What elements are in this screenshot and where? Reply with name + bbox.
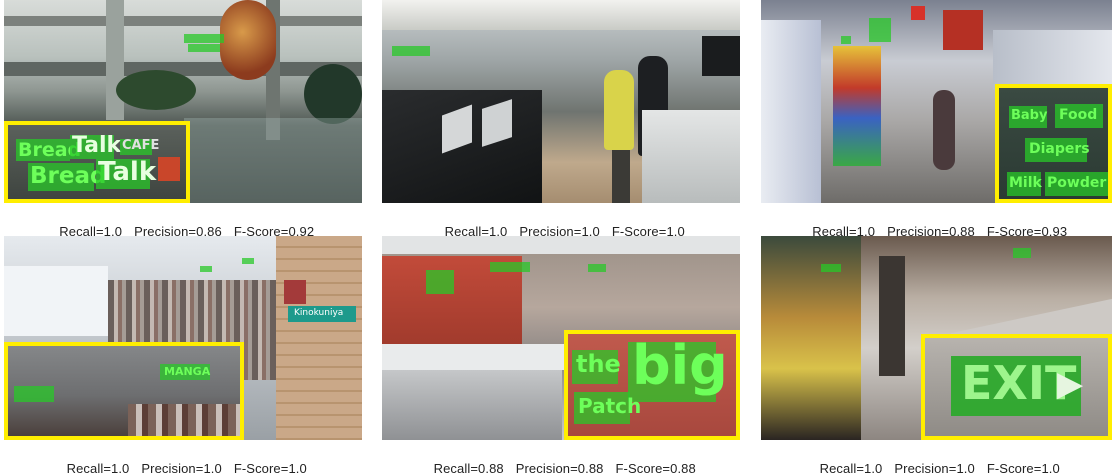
ceiling xyxy=(382,236,740,254)
wood-panel xyxy=(276,236,362,440)
person xyxy=(612,150,630,203)
shopper xyxy=(933,90,955,170)
lower-floor xyxy=(382,370,562,440)
detection-box xyxy=(426,270,454,294)
detection-box xyxy=(869,18,891,42)
plant xyxy=(116,70,196,110)
detection-box xyxy=(490,262,530,272)
detected-word: MANGA xyxy=(164,365,211,378)
metrics-caption-1: Recall=1.0 Precision=0.86 F-Score=0.92 xyxy=(4,209,362,239)
balcony-rail xyxy=(4,62,362,76)
screen xyxy=(702,36,740,76)
detection-box xyxy=(200,266,212,272)
detected-word: Milk xyxy=(1009,175,1042,191)
detection-box xyxy=(392,46,430,56)
glass-railing xyxy=(184,118,362,203)
detected-word: Patch xyxy=(578,394,642,418)
fscore-value: F-Score=0.88 xyxy=(615,461,696,476)
detection-box xyxy=(14,386,54,402)
zoom-inset: the big Patch xyxy=(564,330,740,440)
poster-figure xyxy=(761,236,861,440)
detected-word: Talk xyxy=(98,157,157,187)
metrics-caption-5: Recall=0.88 Precision=0.88 F-Score=0.88 xyxy=(382,446,740,476)
detection-box xyxy=(188,44,220,52)
recall-value: Recall=0.88 xyxy=(433,461,504,476)
logo-block xyxy=(158,157,180,181)
fscore-value: F-Score=1.0 xyxy=(233,461,307,476)
aisle-sign xyxy=(911,6,925,20)
bookshelf xyxy=(128,404,240,436)
precision-value: Precision=1.0 xyxy=(141,461,222,476)
detected-word: Bread xyxy=(30,163,107,189)
ornament-column xyxy=(220,0,276,80)
shelf-left xyxy=(761,20,821,203)
zoom-inset: Bread Talk CAFE Bread Talk xyxy=(4,121,190,203)
balcony-rail xyxy=(4,16,362,26)
pillar xyxy=(106,0,124,120)
counter xyxy=(642,110,740,203)
photo-panel-2 xyxy=(382,0,740,203)
plant xyxy=(304,64,362,124)
person xyxy=(604,70,634,150)
photo-panel-6: EXIT ▶ xyxy=(761,236,1112,440)
window-light xyxy=(4,266,108,336)
precision-value: Precision=1.0 xyxy=(894,461,975,476)
column xyxy=(879,256,905,376)
ceiling-light xyxy=(382,0,740,30)
poster-superhero xyxy=(833,46,881,166)
photo-panel-5: the big Patch xyxy=(382,236,740,440)
zoom-inset: EXIT ▶ xyxy=(921,334,1112,440)
detected-word: Food xyxy=(1059,107,1098,123)
store-name: Kinokuniya xyxy=(294,308,344,318)
detected-word: the xyxy=(576,350,621,378)
detected-word: big xyxy=(632,334,728,397)
zoom-inset: MANGA xyxy=(4,342,244,440)
detected-word: Talk xyxy=(72,133,122,158)
zoom-inset: Baby Food Diapers Milk Powder xyxy=(995,84,1112,203)
fscore-value: F-Score=1.0 xyxy=(986,461,1060,476)
detected-word: Baby xyxy=(1011,108,1048,123)
metrics-caption-3: Recall=1.0 Precision=0.88 F-Score=0.93 xyxy=(757,209,1112,239)
arrow-right-icon: ▶ xyxy=(1057,364,1084,404)
detection-box xyxy=(588,264,606,272)
detection-box xyxy=(184,34,224,43)
recall-value: Recall=1.0 xyxy=(819,461,883,476)
recall-value: Recall=1.0 xyxy=(66,461,130,476)
metrics-caption-6: Recall=1.0 Precision=1.0 F-Score=1.0 xyxy=(757,446,1112,476)
detected-word: Diapers xyxy=(1029,141,1090,157)
detection-box xyxy=(841,36,851,44)
detected-word: Powder xyxy=(1047,175,1107,191)
detection-box xyxy=(242,258,254,264)
shelf-right xyxy=(993,30,1112,90)
metrics-caption-4: Recall=1.0 Precision=1.0 F-Score=1.0 xyxy=(4,446,362,476)
detected-word: CAFE xyxy=(122,138,160,153)
precision-value: Precision=0.88 xyxy=(515,461,604,476)
photo-panel-1: Bread Talk CAFE Bread Talk xyxy=(4,0,362,203)
poster xyxy=(284,280,306,304)
detection-box xyxy=(1013,248,1031,258)
photo-panel-3: Baby Food Diapers Milk Powder xyxy=(761,0,1112,203)
detection-box xyxy=(821,264,841,272)
photo-panel-4: Kinokuniya MANGA xyxy=(4,236,362,440)
metrics-caption-2: Recall=1.0 Precision=1.0 F-Score=1.0 xyxy=(382,209,740,239)
aisle-sign xyxy=(943,10,983,50)
